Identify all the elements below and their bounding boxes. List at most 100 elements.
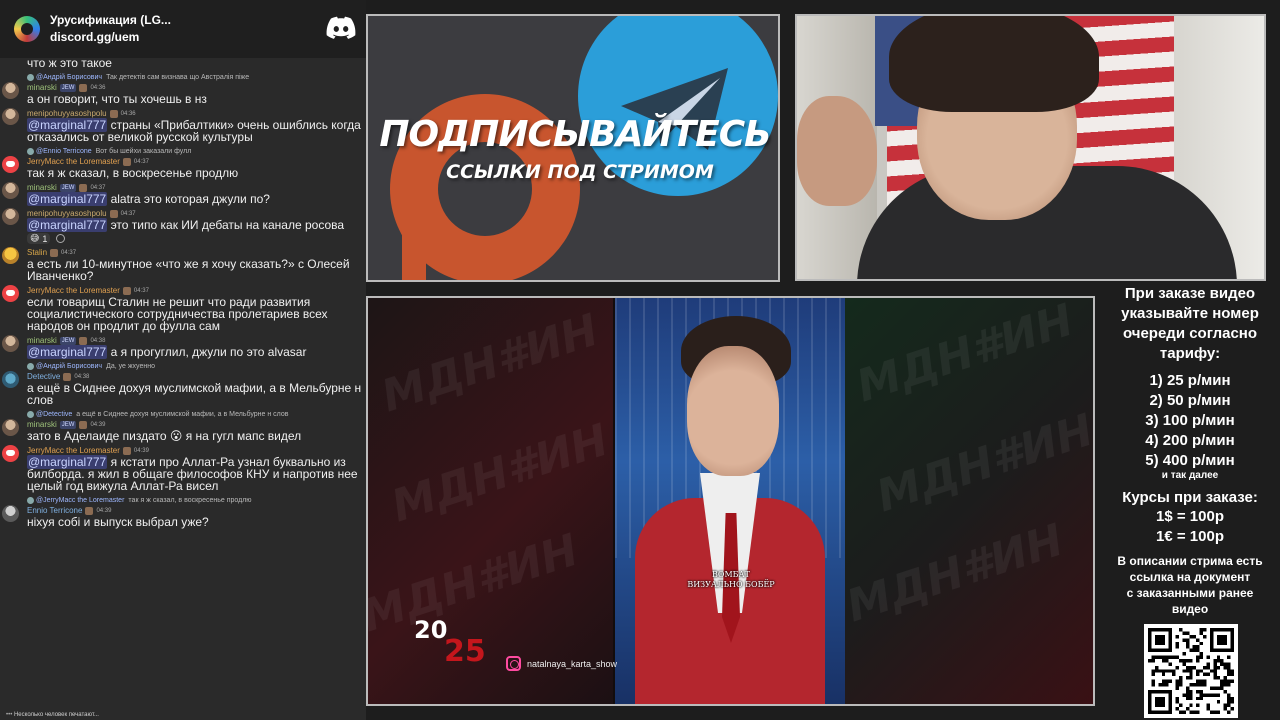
reply-preview[interactable]: @JerryMacc the Loremaster так я ж сказал,… bbox=[27, 495, 364, 505]
qr-module bbox=[1168, 662, 1173, 666]
message-author[interactable]: menipohuyyasoshpolu bbox=[27, 109, 107, 118]
qr-finder bbox=[1216, 634, 1228, 646]
message-time: 04:39 bbox=[96, 507, 112, 514]
video-stage bbox=[615, 298, 845, 704]
message-author[interactable]: JerryMacc the Loremaster bbox=[27, 157, 120, 166]
main-video[interactable]: МДН#ИН МДН#ИН МДН#ИН МДН#ИН МДН#ИН МДН#И… bbox=[366, 296, 1095, 706]
description-line: с заказанными ранее bbox=[1126, 586, 1254, 600]
qr-code[interactable] bbox=[1144, 624, 1238, 718]
order-info-panel: При заказе видео указывайте номер очеред… bbox=[1100, 284, 1280, 617]
chat-message[interactable]: Stalin 04:37 а есть ли 10-минутное «что же… bbox=[0, 244, 366, 282]
qr-module bbox=[1230, 700, 1234, 704]
user-avatar[interactable] bbox=[2, 285, 19, 302]
chat-message[interactable]: JerryMacc the Loremaster 04:37 если товари… bbox=[0, 282, 366, 332]
user-badge-icon bbox=[79, 420, 88, 429]
message-time: 04:37 bbox=[120, 210, 136, 217]
qr-module bbox=[1154, 655, 1159, 659]
qr-module bbox=[1175, 679, 1179, 684]
reply-preview[interactable]: @Ennio Terricone Вот бы шейхи заказали фу… bbox=[27, 146, 364, 156]
user-avatar[interactable] bbox=[2, 419, 19, 436]
chat-message[interactable]: @Андрій Борисович Да, уе жхуенно Detective… bbox=[0, 358, 366, 406]
user-avatar[interactable] bbox=[2, 108, 19, 125]
reply-author[interactable]: @Андрій Борисович bbox=[36, 74, 102, 81]
qr-module bbox=[1165, 679, 1169, 684]
user-avatar[interactable] bbox=[2, 82, 19, 99]
qr-module bbox=[1182, 710, 1186, 714]
watermark-text: МДН#ИН bbox=[870, 404, 1095, 523]
user-avatar[interactable] bbox=[2, 182, 19, 199]
message-body: а есть ли 10-минутное «что же я хочу ска… bbox=[27, 258, 364, 282]
reply-preview[interactable]: @Detective а ещё в Сиднее дохуя муслимско… bbox=[27, 409, 364, 419]
chat-message[interactable]: menipohuyyasoshpolu 04:36 @marginal777 стр… bbox=[0, 105, 366, 143]
user-avatar[interactable] bbox=[2, 335, 19, 352]
reply-preview[interactable]: @Андрій Борисович Да, уе жхуенно bbox=[27, 361, 364, 371]
qr-module bbox=[1189, 696, 1193, 701]
reply-author[interactable]: @Ennio Terricone bbox=[36, 148, 92, 155]
watermark-text: МДН#ИН bbox=[375, 304, 605, 423]
user-avatar[interactable] bbox=[2, 247, 19, 264]
message-author[interactable]: minarski bbox=[27, 83, 57, 92]
chat-message[interactable]: @JerryMacc the Loremaster так я ж сказал,… bbox=[0, 492, 366, 528]
message-author[interactable]: Stalin bbox=[27, 248, 47, 257]
qr-module bbox=[1189, 648, 1193, 653]
reply-author[interactable]: @JerryMacc the Loremaster bbox=[36, 497, 124, 504]
message-body: @marginal777 а я прогуглил, джули по это… bbox=[27, 345, 364, 359]
message-author[interactable]: JerryMacc the Loremaster bbox=[27, 286, 120, 295]
message-author[interactable]: minarski bbox=[27, 183, 57, 192]
reaction-bar: 😅 1 bbox=[27, 233, 364, 244]
webcam-feed bbox=[795, 14, 1266, 281]
user-avatar[interactable] bbox=[2, 445, 19, 462]
qr-module bbox=[1178, 683, 1183, 687]
chat-message[interactable]: menipohuyyasoshpolu 04:37 @marginal777 это… bbox=[0, 205, 366, 244]
qr-module bbox=[1165, 683, 1169, 687]
qr-module bbox=[1199, 696, 1204, 701]
chat-message[interactable]: minarski JEW 04:38 @marginal777 а я прогугл… bbox=[0, 332, 366, 359]
reaction-button[interactable]: 😅 1 bbox=[27, 233, 51, 244]
qr-module bbox=[1189, 669, 1193, 673]
message-author[interactable]: menipohuyyasoshpolu bbox=[27, 209, 107, 218]
qr-module bbox=[1227, 655, 1231, 659]
reply-author[interactable]: @Андрій Борисович bbox=[36, 363, 102, 370]
qr-module bbox=[1151, 672, 1155, 677]
qr-module bbox=[1158, 669, 1162, 673]
discord-banner[interactable]: Урусификация (LG... discord.gg/uem bbox=[0, 0, 366, 58]
qr-module bbox=[1213, 665, 1217, 670]
qr-module bbox=[1216, 710, 1221, 714]
user-avatar[interactable] bbox=[2, 505, 19, 522]
message-author[interactable]: JerryMacc the Loremaster bbox=[27, 446, 120, 455]
qr-code-image bbox=[1148, 628, 1234, 714]
description-line: В описании стрима есть bbox=[1117, 554, 1263, 568]
message-author[interactable]: minarski bbox=[27, 420, 57, 429]
qr-module bbox=[1199, 655, 1204, 659]
chat-message[interactable]: JerryMacc the Loremaster 04:39 @marginal77… bbox=[0, 442, 366, 492]
qr-module bbox=[1227, 693, 1231, 697]
qr-module bbox=[1154, 665, 1159, 670]
qr-module bbox=[1175, 707, 1179, 711]
user-avatar[interactable] bbox=[2, 208, 19, 225]
chat-message[interactable]: @Ennio Terricone Вот бы шейхи заказали фу… bbox=[0, 143, 366, 179]
chat-message[interactable]: @Андрій Борисович Так детектів сам визнав… bbox=[0, 69, 366, 105]
message-list[interactable]: что ж это такое @Андрій Борисович Так дете… bbox=[0, 57, 366, 528]
reply-text: так я ж сказал, в воскресенье продлю bbox=[128, 496, 252, 504]
user-mention[interactable]: @marginal777 bbox=[27, 192, 108, 206]
chat-message[interactable]: @Detective а ещё в Сиднее дохуя муслимско… bbox=[0, 406, 366, 442]
reply-author[interactable]: @Detective bbox=[36, 411, 72, 418]
qr-module bbox=[1213, 693, 1217, 697]
user-mention[interactable]: @marginal777 bbox=[27, 345, 108, 359]
user-avatar[interactable] bbox=[2, 371, 19, 388]
message-time: 04:37 bbox=[90, 184, 106, 191]
message-text: а я прогуглил, джули по это alvasar bbox=[107, 345, 307, 359]
server-invite-link[interactable]: discord.gg/uem bbox=[50, 29, 171, 46]
chat-message[interactable]: minarski JEW 04:37 @marginal777 alatra это … bbox=[0, 179, 366, 206]
add-reaction-icon[interactable] bbox=[56, 234, 66, 243]
qr-module bbox=[1206, 703, 1210, 708]
user-avatar[interactable] bbox=[2, 156, 19, 173]
qr-module bbox=[1182, 669, 1186, 673]
reply-preview[interactable]: @Андрій Борисович Так детектів сам визнав… bbox=[27, 72, 364, 82]
message-time: 04:38 bbox=[74, 373, 90, 380]
user-mention[interactable]: @marginal777 bbox=[27, 218, 108, 232]
message-author[interactable]: Ennio Terricone bbox=[27, 506, 82, 515]
message-author[interactable]: minarski bbox=[27, 336, 57, 345]
qr-module bbox=[1223, 703, 1228, 708]
message-author[interactable]: Detective bbox=[27, 372, 60, 381]
